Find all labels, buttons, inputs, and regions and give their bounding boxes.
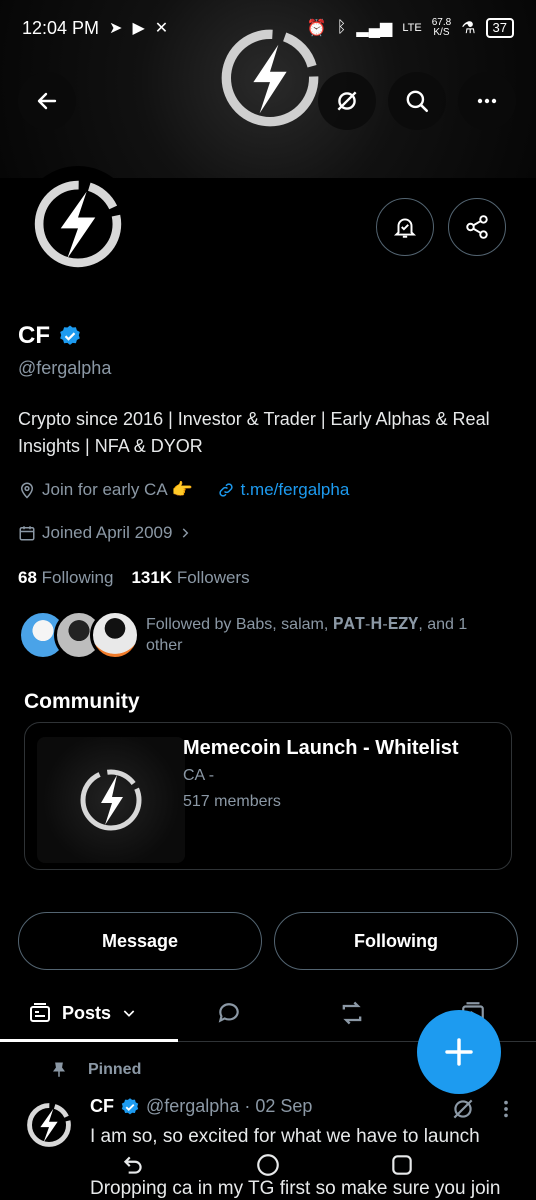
bell-plus-icon — [393, 218, 417, 238]
profile-handle: @fergalpha — [18, 358, 112, 378]
profile-bio: Crypto since 2016 | Investor & Trader | … — [18, 409, 490, 456]
chevron-right-icon — [183, 528, 189, 538]
tweet-avatar-logo — [27, 1103, 71, 1147]
network-type: LTE — [402, 22, 422, 34]
nav-home-icon[interactable] — [255, 1152, 281, 1178]
profile-name: CF — [18, 322, 50, 349]
arrow-left-icon — [37, 92, 57, 110]
pinned-label: Pinned — [88, 1061, 142, 1078]
tweet-handle-date: @fergalpha · 02 Sep — [146, 1096, 313, 1116]
share-icon — [466, 215, 488, 239]
android-nav-bar — [0, 1150, 536, 1180]
location-pin-icon — [20, 482, 34, 499]
followers-count: 131K — [131, 568, 173, 587]
following-button[interactable]: Following — [274, 912, 518, 970]
plus-icon — [445, 1038, 473, 1066]
follow-stats: 68 Following 131K Followers — [18, 568, 250, 588]
grok-icon — [453, 1099, 473, 1119]
message-button[interactable]: Message — [18, 912, 262, 970]
repost-icon — [342, 1001, 362, 1025]
tab-reposts[interactable] — [338, 984, 366, 1042]
nav-back-icon[interactable] — [120, 1152, 146, 1178]
profile-meta-location: Join for early CA 👉 t.me/fergalpha — [18, 480, 349, 500]
nav-recents-icon[interactable] — [389, 1152, 415, 1178]
battery-indicator: 37 — [485, 18, 514, 38]
chevron-down-icon — [123, 1010, 135, 1017]
tab-posts[interactable]: Posts — [28, 984, 137, 1042]
community-subtitle: CA - — [183, 767, 215, 784]
following-stat[interactable]: 68 Following — [18, 568, 113, 588]
telegram-icon: ➤ — [109, 20, 123, 37]
community-card[interactable]: Memecoin Launch - Whitelist CA - 517 mem… — [24, 722, 512, 870]
community-members: 517 members — [183, 793, 281, 810]
search-icon — [406, 90, 429, 113]
pin-icon — [53, 1062, 65, 1077]
following-label: Following — [41, 568, 114, 587]
more-button[interactable] — [458, 72, 516, 130]
app-notification-icon: ▶ — [132, 20, 145, 37]
profile-location: Join for early CA 👉 — [42, 480, 193, 499]
net-speed: 67.8 K/S — [432, 18, 451, 38]
profile-meta-joined[interactable]: Joined April 2009 — [18, 523, 192, 543]
net-speed-unit: K/S — [433, 27, 450, 38]
pinned-label-row: Pinned — [50, 1060, 141, 1080]
signal-icon: ▂▄▆ — [356, 20, 393, 37]
followers-stat[interactable]: 131K Followers — [131, 568, 249, 588]
tweet-text-line-2: Dropping ca in my TG first so make sure … — [90, 1178, 501, 1199]
profile-avatar[interactable] — [20, 166, 136, 282]
bluetooth-icon: ᛒ — [336, 19, 347, 36]
profile-link[interactable]: t.me/fergalpha — [241, 480, 350, 500]
community-image — [37, 737, 185, 863]
tweet-author-name[interactable]: CF — [90, 1096, 114, 1117]
follower-avatar — [90, 610, 140, 660]
avatar-logo — [24, 170, 132, 278]
verified-badge-icon — [121, 1097, 139, 1114]
status-bar: 12:04 PM ➤ ▶ ✕ ⏰ ᛒ ▂▄▆ LTE 67.8 K/S ⚗ 37 — [0, 0, 536, 56]
back-button[interactable] — [18, 72, 76, 130]
tab-replies[interactable] — [216, 984, 242, 1042]
grok-button[interactable] — [318, 72, 376, 130]
following-count: 68 — [18, 568, 37, 587]
x-icon: ✕ — [154, 20, 169, 37]
tweet-header: CF @fergalpha · 02 Sep — [90, 1096, 312, 1117]
reply-bubble-icon — [218, 1003, 239, 1023]
share-button[interactable] — [448, 198, 506, 256]
compose-button[interactable] — [417, 1010, 501, 1094]
notify-button[interactable] — [376, 198, 434, 256]
posts-icon — [30, 1003, 50, 1022]
community-logo — [80, 769, 142, 831]
profile-name-row: CF — [18, 322, 82, 350]
tab-posts-label: Posts — [62, 1002, 112, 1023]
tweet-grok-button[interactable] — [450, 1096, 476, 1127]
grok-icon — [337, 91, 357, 111]
profile-joined: Joined April 2009 — [42, 523, 173, 542]
verified-badge-icon[interactable] — [58, 324, 82, 348]
calendar-icon — [19, 526, 35, 541]
link-icon — [218, 483, 233, 497]
status-time: 12:04 PM — [22, 17, 100, 38]
tweet-text-line-1: I am so, so excited for what we have to … — [90, 1126, 480, 1147]
followed-by-row[interactable]: Followed by Babs, salam, 𝐏𝐀𝐓-𝐇-𝐄𝐙𝐘, and … — [18, 608, 518, 664]
tweet-more-button[interactable] — [500, 1098, 512, 1125]
search-button[interactable] — [388, 72, 446, 130]
active-tab-indicator — [0, 1039, 178, 1042]
followers-label: Followers — [176, 568, 250, 587]
tweet-author-avatar[interactable] — [22, 1098, 76, 1152]
community-section-title: Community — [24, 690, 140, 713]
flask-icon: ⚗ — [461, 20, 476, 37]
more-horizontal-icon — [477, 98, 497, 104]
more-vertical-icon — [504, 1100, 508, 1118]
alarm-icon: ⏰ — [306, 20, 327, 37]
followed-by-text: Followed by Babs, salam, 𝐏𝐀𝐓-𝐇-𝐄𝐙𝐘, and … — [146, 616, 468, 654]
community-name: Memecoin Launch - Whitelist — [183, 737, 459, 759]
